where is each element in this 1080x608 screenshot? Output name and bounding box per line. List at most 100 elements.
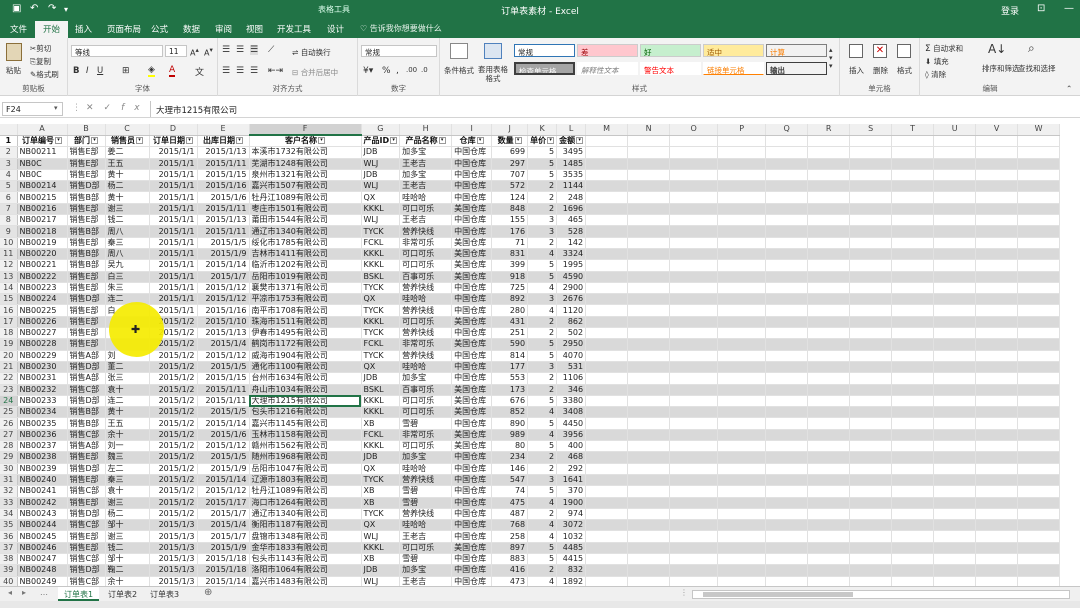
cell[interactable]: 4485 [556,542,587,554]
column-header-S[interactable]: S [849,124,893,136]
cell[interactable]: 销售D部 [67,463,106,475]
cell[interactable] [933,225,977,238]
styles-scroll-icon[interactable]: ▴ ▾ ▾ [829,46,833,70]
cell[interactable] [807,158,851,170]
cell[interactable] [1017,542,1061,554]
cell[interactable]: 2 [527,508,558,521]
cell[interactable]: 销售E部 [67,338,106,351]
cell[interactable]: 897 [491,542,529,554]
cell[interactable]: 2 [527,203,558,216]
cell[interactable]: 海口市1264有限公司 [249,497,362,509]
cell[interactable]: 美国仓库 [451,259,493,272]
row-header[interactable]: 11 [0,248,18,261]
header-cell[interactable]: 订单编号 ▾ [17,135,68,148]
cell[interactable] [627,508,671,521]
cell[interactable]: 岳阳市1019有限公司 [249,271,362,283]
cell[interactable]: 814 [491,350,529,362]
cell[interactable]: 加多宝 [399,146,453,159]
cell[interactable]: 中国仓库 [451,451,493,464]
row-header[interactable]: 13 [0,271,18,283]
cell[interactable]: 刘一 [105,440,150,453]
horizontal-scrollbar[interactable] [692,590,1070,599]
cell[interactable] [627,519,671,532]
cell[interactable] [585,384,629,396]
cell[interactable]: 2015/1/2 [149,440,198,453]
cell[interactable] [849,463,893,475]
cell[interactable]: 雪碧 [399,553,453,566]
cell[interactable]: NB00218 [17,225,68,238]
cell[interactable] [933,191,977,204]
cell[interactable] [849,282,893,295]
cell[interactable] [1017,553,1061,566]
cell[interactable]: 通辽市1340有限公司 [249,225,362,238]
cell[interactable]: 舟山市1034有限公司 [249,384,362,396]
cell[interactable]: 中国仓库 [451,564,493,577]
cell[interactable] [627,372,671,385]
cell[interactable] [717,214,767,227]
cell[interactable] [1017,327,1061,340]
cell[interactable] [891,463,935,475]
cell[interactable] [933,440,977,453]
cell[interactable]: 伊春市1495有限公司 [249,327,362,340]
cell[interactable] [975,429,1019,442]
cell[interactable] [975,338,1019,351]
cell[interactable]: 董二 [105,361,150,374]
cell[interactable] [849,293,893,306]
cell[interactable]: WLJ [361,530,401,543]
cell[interactable]: 销售E部 [67,282,106,295]
cell[interactable]: KKKL [361,248,401,261]
sheet-tab-3[interactable]: 订单表3 [144,587,185,601]
cell[interactable] [807,508,851,521]
cell[interactable]: 可口可乐 [399,440,453,453]
cell[interactable] [849,406,893,419]
cell[interactable] [975,293,1019,306]
cell[interactable] [891,259,935,272]
cell[interactable] [765,169,809,182]
cell[interactable]: NB00231 [17,372,68,385]
cell[interactable] [1017,271,1061,283]
cell[interactable] [807,406,851,419]
cell[interactable]: 2 [527,180,558,193]
border-icon[interactable]: ⊞ [122,66,130,76]
cell[interactable]: 营养快线 [399,304,453,317]
cell[interactable] [585,304,629,317]
cell[interactable]: 676 [491,395,529,408]
cell[interactable]: XB [361,553,401,566]
cell[interactable]: 销售E部 [67,316,106,329]
cell[interactable] [975,395,1019,408]
cell[interactable]: 2015/1/17 [197,497,250,509]
cell[interactable]: 牡丹江1089有限公司 [249,191,362,204]
cell[interactable] [849,440,893,453]
column-header-Q[interactable]: Q [765,124,809,136]
cell[interactable]: 销售E部 [67,203,106,216]
cell[interactable]: 2015/1/12 [197,293,250,306]
cell[interactable] [717,316,767,329]
cell[interactable] [975,576,1019,586]
cell[interactable] [717,497,767,509]
cell[interactable] [585,248,629,261]
cell[interactable] [765,463,809,475]
cell[interactable]: 销售E部 [67,530,106,543]
cell[interactable]: 2015/1/11 [197,225,250,238]
cell[interactable]: 非常可乐 [399,237,453,249]
login-link[interactable]: 登录 [1001,4,1019,17]
cell[interactable]: NB00238 [17,451,68,464]
cell[interactable]: 雪碧 [399,497,453,509]
align-left-icon[interactable]: ☰ [222,66,230,76]
cell[interactable]: 71 [491,237,529,249]
cell[interactable]: 中国仓库 [451,146,493,159]
cell[interactable]: 珠海市1511有限公司 [249,316,362,329]
cell[interactable] [765,146,809,159]
cell[interactable] [585,327,629,340]
tab-file[interactable]: 文件 [10,23,27,35]
cell[interactable]: 营养快线 [399,508,453,521]
cell[interactable]: 王老吉 [399,530,453,543]
cell[interactable] [765,203,809,216]
cell[interactable] [669,530,719,543]
cell[interactable]: 销售B部 [67,259,106,272]
cell[interactable] [1017,451,1061,464]
cell[interactable]: 248 [556,191,587,204]
cell[interactable]: 5 [527,395,558,408]
cell[interactable]: NB00215 [17,191,68,204]
cell[interactable] [669,429,719,442]
